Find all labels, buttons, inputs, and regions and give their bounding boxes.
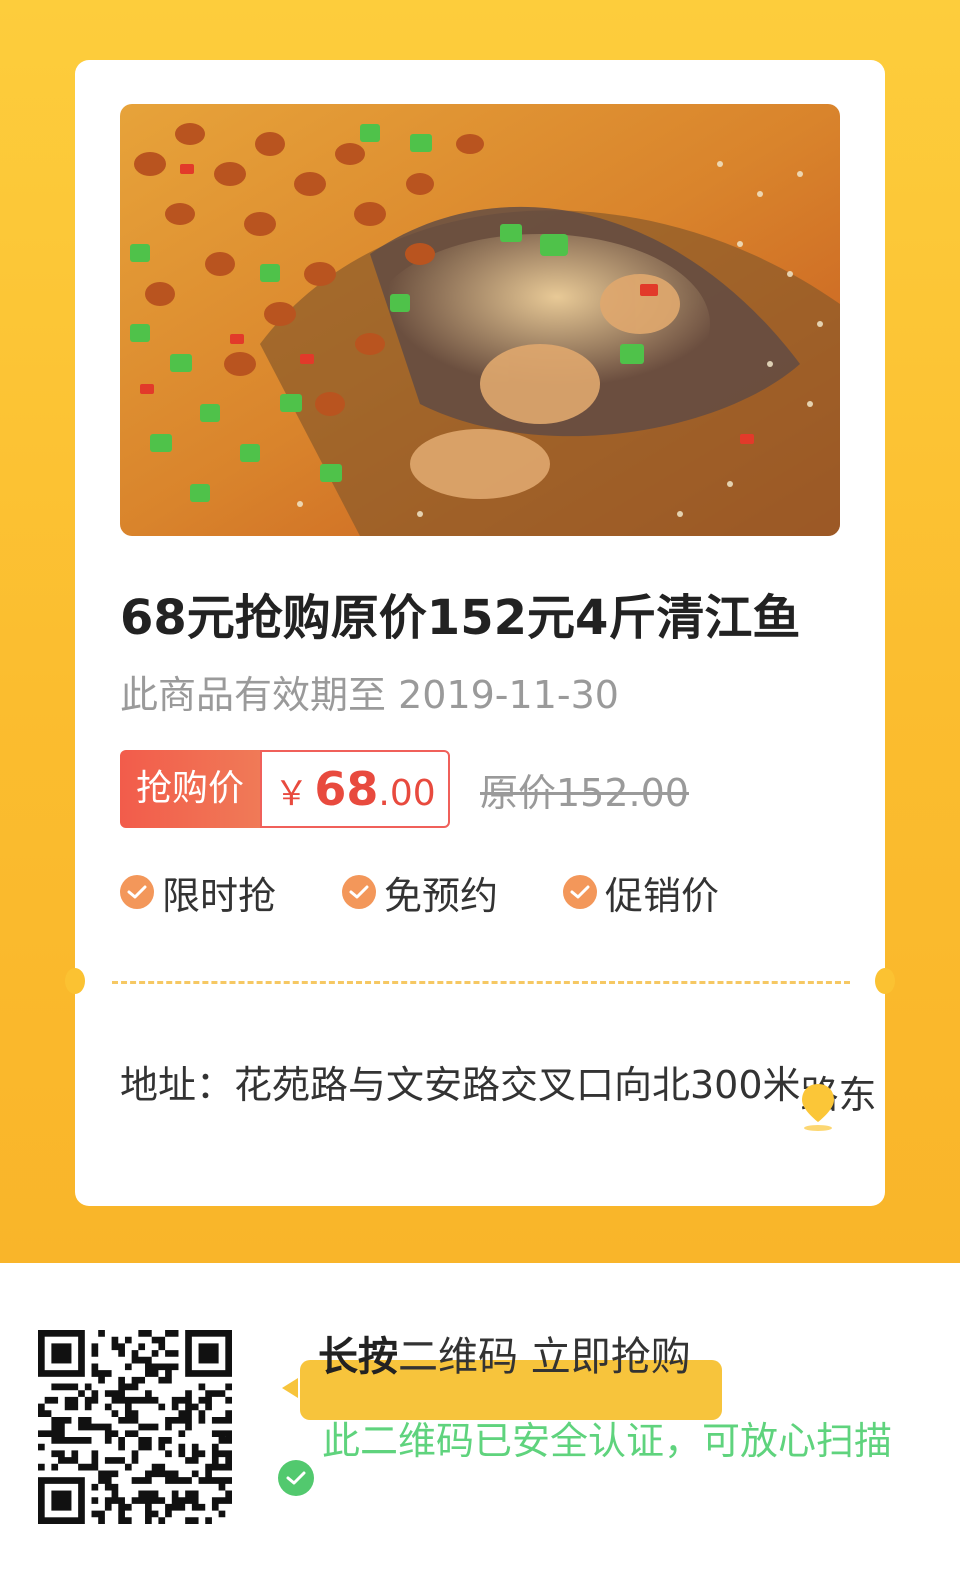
tag-promo-price: 促销价 bbox=[563, 866, 719, 918]
price-decimal: .00 bbox=[378, 773, 436, 814]
original-price: 原价152.00 bbox=[480, 771, 689, 815]
tag-no-reservation: 免预约 bbox=[342, 866, 498, 918]
qr-code[interactable] bbox=[38, 1330, 232, 1524]
check-circle-icon bbox=[120, 875, 154, 909]
validity-date: 2019-11-30 bbox=[398, 673, 619, 717]
cta-pointer-icon bbox=[282, 1378, 298, 1398]
check-circle-icon bbox=[563, 875, 597, 909]
card-notch-right bbox=[875, 968, 895, 994]
qr-cta-rest: 二维码 立即抢购 bbox=[398, 1334, 691, 1380]
tag-label: 免预约 bbox=[384, 873, 499, 918]
validity-text: 此商品有效期至 2019-11-30 bbox=[120, 664, 619, 719]
dashed-divider bbox=[112, 981, 850, 984]
validity-label: 此商品有效期至 bbox=[120, 673, 399, 717]
check-circle-icon bbox=[342, 875, 376, 909]
secure-check-icon bbox=[278, 1460, 314, 1496]
qr-cta-text: 长按二维码 立即抢购 bbox=[318, 1324, 691, 1382]
deal-price: ￥ 68.00 bbox=[260, 750, 450, 828]
card-notch-left bbox=[65, 968, 85, 994]
deal-title: 68元抢购原价152元4斤清江鱼 bbox=[120, 590, 801, 646]
tag-label: 促销价 bbox=[605, 873, 720, 918]
dish-photo bbox=[120, 104, 840, 536]
deal-price-label: 抢购价 bbox=[120, 750, 260, 828]
location-pin-icon bbox=[798, 1082, 838, 1132]
qr-cta-bold: 长按 bbox=[318, 1334, 398, 1380]
address-text: 地址：花苑路与文安路交叉口向北300米路东 bbox=[120, 1054, 877, 1117]
currency-symbol: ￥ bbox=[274, 774, 309, 814]
tag-limited-time: 限时抢 bbox=[120, 866, 276, 918]
address-main: 地址：花苑路与文安路交叉口向北300米 bbox=[120, 1063, 801, 1107]
price-integer: 68 bbox=[314, 762, 379, 816]
tag-label: 限时抢 bbox=[162, 873, 277, 918]
secure-text: 此二维码已安全认证，可放心扫描 bbox=[322, 1419, 893, 1463]
